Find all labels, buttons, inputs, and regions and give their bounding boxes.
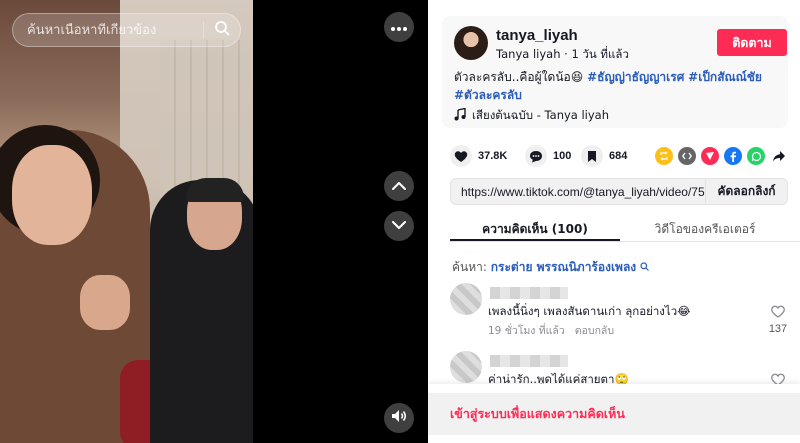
heart-outline-icon[interactable] [771, 373, 785, 384]
comment-icon[interactable] [525, 145, 547, 167]
comment-username-blurred[interactable] [490, 287, 568, 299]
comment-like[interactable]: 137 [766, 305, 790, 335]
bookmark-icon[interactable] [581, 145, 603, 167]
video-link-url[interactable]: https://www.tiktok.com/@tanya_liyah/vide… [451, 185, 705, 199]
comment-count: 100 [553, 150, 572, 162]
search-small-icon [640, 260, 649, 274]
related-search-input[interactable] [27, 22, 197, 38]
post-meta: Tanya liyah · 1 วัน ที่แล้ว [496, 46, 629, 64]
reply-button[interactable]: ตอบกลับ [575, 322, 614, 339]
comment-meta: 19 ชั่วโมง ที่แล้ว ตอบกลับ [488, 322, 614, 339]
related-search-box[interactable] [12, 13, 241, 47]
speaker-icon [391, 409, 407, 428]
tab-comments[interactable]: ความคิดเห็น (100) [450, 212, 620, 241]
video-woman-hands [80, 275, 130, 330]
post-card: tanya_liyah Tanya liyah · 1 วัน ที่แล้ว … [442, 16, 788, 128]
volume-button[interactable] [384, 403, 414, 433]
comment-item: ค่าน่ารัก..พูดได้แค่สายตา🙄 [450, 351, 790, 384]
display-name[interactable]: Tanya liyah [496, 47, 561, 61]
comment-item: เพลงนี้นิ่งๆ เพลงสันดานเก่า ลุกอย่างไว😂 … [450, 283, 790, 337]
copy-link-button[interactable]: คัดลอกลิงก์ [705, 179, 787, 204]
details-panel: tanya_liyah Tanya liyah · 1 วัน ที่แล้ว … [428, 0, 800, 443]
tab-creator-videos[interactable]: วิดีโอของครีเอเตอร์ [620, 212, 790, 241]
comment-avatar[interactable] [450, 283, 482, 315]
hashtag[interactable]: #เป็กสัณณ์ชัย [688, 70, 762, 84]
more-options-button[interactable] [384, 12, 414, 42]
caption-text: ตัวละครลับ..คือผู้ใดน้อ😆 [454, 70, 584, 84]
music-note-icon [454, 107, 466, 124]
comment-text: ค่าน่ารัก..พูดได้แค่สายตา🙄 [488, 372, 629, 384]
video-man-hair [186, 178, 244, 202]
previous-video-button[interactable] [384, 171, 414, 201]
search-suggestion-prefix: ค้นหา: [452, 260, 487, 274]
more-dots-icon [391, 18, 407, 36]
next-video-button[interactable] [384, 211, 414, 241]
avatar[interactable] [454, 26, 488, 60]
hashtag[interactable]: #ธัญญ่าธัญญาเรศ [587, 70, 684, 84]
comment-avatar[interactable] [450, 351, 482, 383]
video-link-row: https://www.tiktok.com/@tanya_liyah/vide… [450, 178, 788, 205]
comment-username-blurred[interactable] [490, 355, 568, 367]
embed-icon[interactable] [678, 147, 696, 165]
action-bar: 37.8K 100 684 [450, 145, 790, 167]
comment-text: เพลงนี้นิ่งๆ เพลงสันดานเก่า ลุกอย่างไว😂 [488, 304, 691, 318]
comment-time: 19 ชั่วโมง ที่แล้ว [488, 325, 565, 337]
search-icon[interactable] [214, 20, 230, 41]
follow-button[interactable]: ติดตาม [717, 29, 787, 56]
comment-like[interactable] [766, 373, 790, 384]
share-arrow-icon[interactable] [770, 147, 788, 165]
music-label: เสียงต้นฉบับ - Tanya liyah [472, 108, 610, 122]
login-to-comment-bar: เข้าสู่ระบบเพื่อแสดงความคิดเห็น [428, 384, 800, 443]
send-icon[interactable] [701, 147, 719, 165]
comment-action[interactable]: 100 [525, 145, 571, 167]
comment-like-count: 137 [768, 323, 788, 335]
chevron-down-icon [392, 217, 406, 235]
video-woman-face [12, 145, 92, 245]
search-divider [203, 21, 204, 39]
login-prompt[interactable]: เข้าสู่ระบบเพื่อแสดงความคิดเห็น [428, 393, 800, 435]
like-count: 37.8K [478, 150, 508, 162]
heart-icon[interactable] [450, 145, 472, 167]
heart-outline-icon[interactable] [771, 305, 785, 322]
panel-tabs: ความคิดเห็น (100) วิดีโอของครีเอเตอร์ [450, 212, 800, 242]
video-frame[interactable] [0, 0, 253, 443]
music-link[interactable]: เสียงต้นฉบับ - Tanya liyah [454, 107, 609, 125]
whatsapp-icon[interactable] [747, 147, 765, 165]
login-prompt-text[interactable]: เข้าสู่ระบบเพื่อแสดงความคิดเห็น [450, 404, 625, 424]
hashtag[interactable]: #ตัวละครลับ [454, 88, 522, 102]
chevron-up-icon [392, 177, 406, 195]
save-count: 684 [609, 150, 628, 162]
post-caption: ตัวละครลับ..คือผู้ใดน้อ😆 #ธัญญ่าธัญญาเรศ… [454, 68, 774, 104]
search-suggestion[interactable]: ค้นหา: กระต่าย พรรณนิภาร้องเพลง [452, 258, 649, 277]
video-player[interactable] [0, 0, 428, 443]
save-action[interactable]: 684 [581, 145, 627, 167]
search-suggestion-query[interactable]: กระต่าย พรรณนิภาร้องเพลง [491, 260, 636, 274]
facebook-icon[interactable] [724, 147, 742, 165]
like-action[interactable]: 37.8K [450, 145, 507, 167]
repost-icon[interactable] [655, 147, 673, 165]
username[interactable]: tanya_liyah [496, 27, 578, 44]
post-time: 1 วัน ที่แล้ว [571, 47, 629, 61]
meta-separator: · [564, 47, 568, 61]
